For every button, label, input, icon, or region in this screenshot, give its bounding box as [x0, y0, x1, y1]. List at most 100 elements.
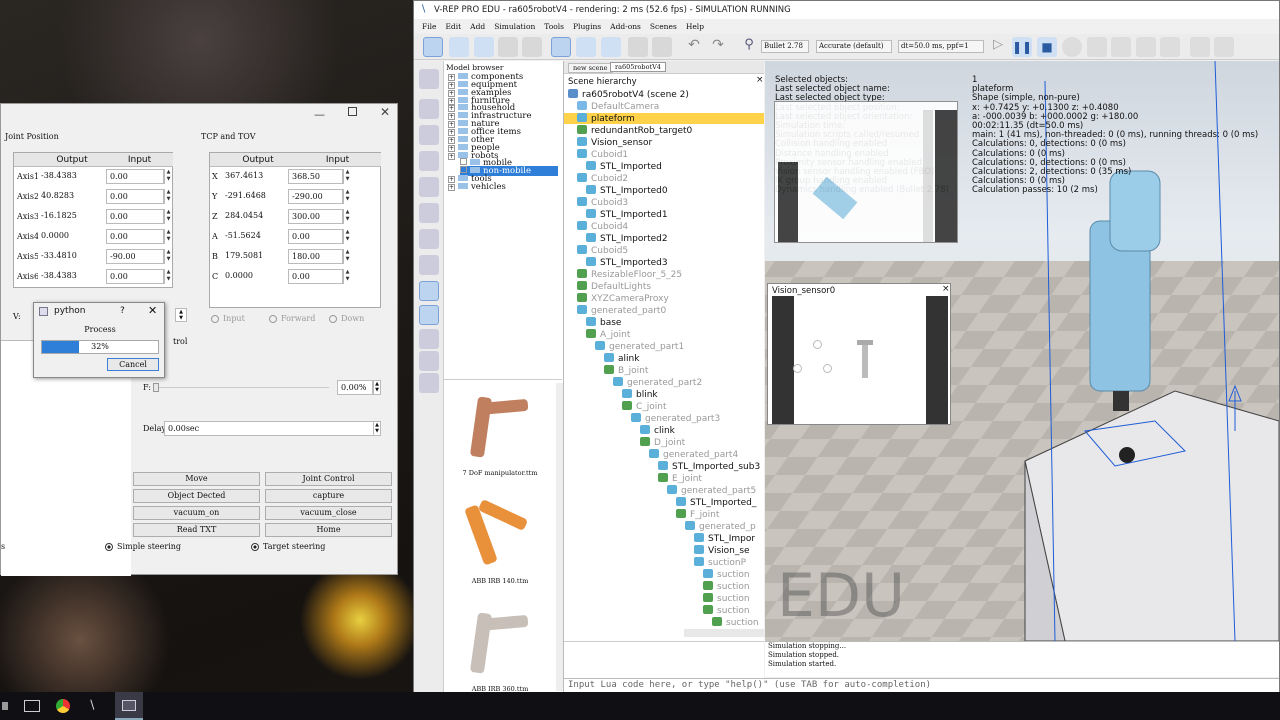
joint-input[interactable]: 0.00: [106, 269, 164, 284]
joint-input[interactable]: 0.00: [106, 229, 164, 244]
scene-hierarchy-icon[interactable]: [419, 305, 439, 325]
scene-selector-icon[interactable]: [1214, 37, 1234, 57]
tcp-input[interactable]: 0.00: [288, 269, 343, 284]
menu-item[interactable]: Scenes: [650, 22, 677, 31]
expand-icon[interactable]: +: [448, 183, 455, 191]
paths-icon[interactable]: [419, 229, 439, 249]
tcp-spinner[interactable]: ▲ ▼: [343, 169, 351, 184]
speed-up-icon[interactable]: [1111, 37, 1131, 57]
hierarchy-item[interactable]: generated_part5: [564, 485, 756, 496]
thumbs-scrollbar[interactable]: [556, 383, 563, 691]
joint-control-button[interactable]: Joint Control: [265, 472, 392, 486]
tcp-input[interactable]: -290.00: [288, 189, 343, 204]
chrome-icon[interactable]: [56, 699, 70, 713]
joint-spinner[interactable]: ▲ ▼: [164, 169, 172, 184]
hierarchy-item[interactable]: Vision_se: [564, 545, 750, 556]
selection-icon[interactable]: [419, 255, 439, 275]
vision-close-icon[interactable]: ×: [942, 284, 950, 294]
capture-button[interactable]: capture: [265, 489, 392, 503]
collections-icon[interactable]: [419, 151, 439, 171]
tcp-spinner[interactable]: ▲ ▼: [343, 189, 351, 204]
joint-input[interactable]: 0.00: [106, 209, 164, 224]
model-thumbnail[interactable]: ABB IRB 140.ttm: [444, 491, 556, 597]
model-thumbnail[interactable]: 7 DoF manipulator.ttm: [444, 383, 556, 489]
hierarchy-item[interactable]: redundantRob_target0: [564, 125, 692, 136]
hierarchy-item[interactable]: Cuboid5: [564, 245, 628, 256]
fit-to-view-icon[interactable]: [522, 37, 542, 57]
dynamics-icon[interactable]: ⚲: [739, 37, 759, 57]
hierarchy-item[interactable]: A_joint: [564, 329, 630, 340]
math-icon[interactable]: [419, 125, 439, 145]
menu-item[interactable]: Edit: [445, 22, 461, 31]
hierarchy-item[interactable]: F_joint: [564, 509, 719, 520]
menu-item[interactable]: Tools: [544, 22, 564, 31]
menu-item[interactable]: Add-ons: [610, 22, 641, 31]
joint-spinner[interactable]: ▲ ▼: [164, 189, 172, 204]
hierarchy-item[interactable]: B_joint: [564, 365, 648, 376]
hierarchy-hscrollbar[interactable]: [684, 629, 764, 637]
joint-spinner[interactable]: ▲ ▼: [164, 209, 172, 224]
expand-icon[interactable]: +: [448, 152, 455, 160]
joint-spinner[interactable]: ▲ ▼: [164, 249, 172, 264]
expand-icon[interactable]: [460, 158, 467, 166]
minimize-button[interactable]: —: [314, 108, 325, 121]
model-browser-icon[interactable]: [419, 281, 439, 301]
menu-item[interactable]: Help: [686, 22, 704, 31]
menu-item[interactable]: File: [422, 22, 436, 31]
hierarchy-item[interactable]: ra605robotV4 (scene 2): [564, 89, 689, 100]
undo-icon[interactable]: ↶: [684, 37, 704, 57]
calculation-module-icon[interactable]: [419, 99, 439, 119]
settings-icon[interactable]: [419, 373, 439, 393]
hierarchy-item[interactable]: D_joint: [564, 437, 685, 448]
hierarchy-item[interactable]: STL_Impor: [564, 533, 755, 544]
model-folder[interactable]: + vehicles: [448, 182, 506, 192]
tcp-input[interactable]: 368.50: [288, 169, 343, 184]
start-simulation-icon[interactable]: ▷: [988, 37, 1008, 57]
taskbar-edge-icon[interactable]: [2, 702, 8, 710]
hierarchy-item[interactable]: suction: [564, 569, 750, 580]
f-value[interactable]: 0.00%: [337, 380, 373, 395]
hierarchy-item[interactable]: STL_Imported: [564, 161, 662, 172]
hierarchy-item[interactable]: suction: [564, 581, 750, 592]
vacuum-on-button[interactable]: vacuum_on: [133, 506, 260, 520]
3d-viewport[interactable]: EDU Selected objects: Last selected objec…: [765, 61, 1279, 641]
hierarchy-item[interactable]: ResizableFloor_5_25: [564, 269, 682, 280]
stop-simulation-icon[interactable]: ■: [1037, 37, 1057, 57]
hierarchy-item[interactable]: STL_Imported1: [564, 209, 668, 220]
slow-down-icon[interactable]: [1087, 37, 1107, 57]
toggle-visualization-icon[interactable]: [1160, 37, 1180, 57]
read-txt-button[interactable]: Read TXT: [133, 523, 260, 537]
page-selector-icon[interactable]: [1190, 37, 1210, 57]
vacuum-close-button[interactable]: vacuum_close: [265, 506, 392, 520]
pause-simulation-icon[interactable]: ❚❚: [1012, 37, 1032, 57]
move-button[interactable]: Move: [133, 472, 260, 486]
hierarchy-item[interactable]: generated_part3: [564, 413, 720, 424]
hierarchy-item[interactable]: suction: [564, 605, 750, 616]
tcp-spinner[interactable]: ▲ ▼: [343, 209, 351, 224]
vision-sensor-view[interactable]: Vision_sensor0 ×: [767, 283, 951, 425]
radio-down[interactable]: [329, 315, 337, 323]
hierarchy-item[interactable]: STL_Imported3: [564, 257, 668, 268]
realtime-icon[interactable]: [1062, 37, 1082, 57]
help-button[interactable]: ?: [120, 306, 125, 316]
shapes-icon[interactable]: [419, 203, 439, 223]
lua-command-input[interactable]: Input Lua code here, or type "help()" (u…: [564, 678, 1279, 692]
radio-simple-steering[interactable]: [105, 543, 113, 551]
hierarchy-item[interactable]: generated_part2: [564, 377, 702, 388]
hierarchy-item[interactable]: alink: [564, 353, 639, 364]
hierarchy-item[interactable]: Cuboid2: [564, 173, 628, 184]
hierarchy-item[interactable]: suction: [564, 617, 759, 628]
assemble-icon[interactable]: [628, 37, 648, 57]
menu-item[interactable]: Plugins: [573, 22, 601, 31]
python-taskbar-icon[interactable]: [115, 692, 143, 720]
threaded-rendering-icon[interactable]: [1136, 37, 1156, 57]
tcp-spinner[interactable]: ▲ ▼: [343, 229, 351, 244]
task-view-icon[interactable]: [24, 700, 40, 712]
hierarchy-item[interactable]: suctionP: [564, 557, 746, 568]
home-button[interactable]: Home: [265, 523, 392, 537]
menu-item[interactable]: Add: [470, 22, 485, 31]
click-select-icon[interactable]: [551, 37, 571, 57]
cancel-button[interactable]: Cancel: [107, 358, 159, 371]
tcp-input[interactable]: 0.00: [288, 229, 343, 244]
radio-forward[interactable]: [269, 315, 277, 323]
